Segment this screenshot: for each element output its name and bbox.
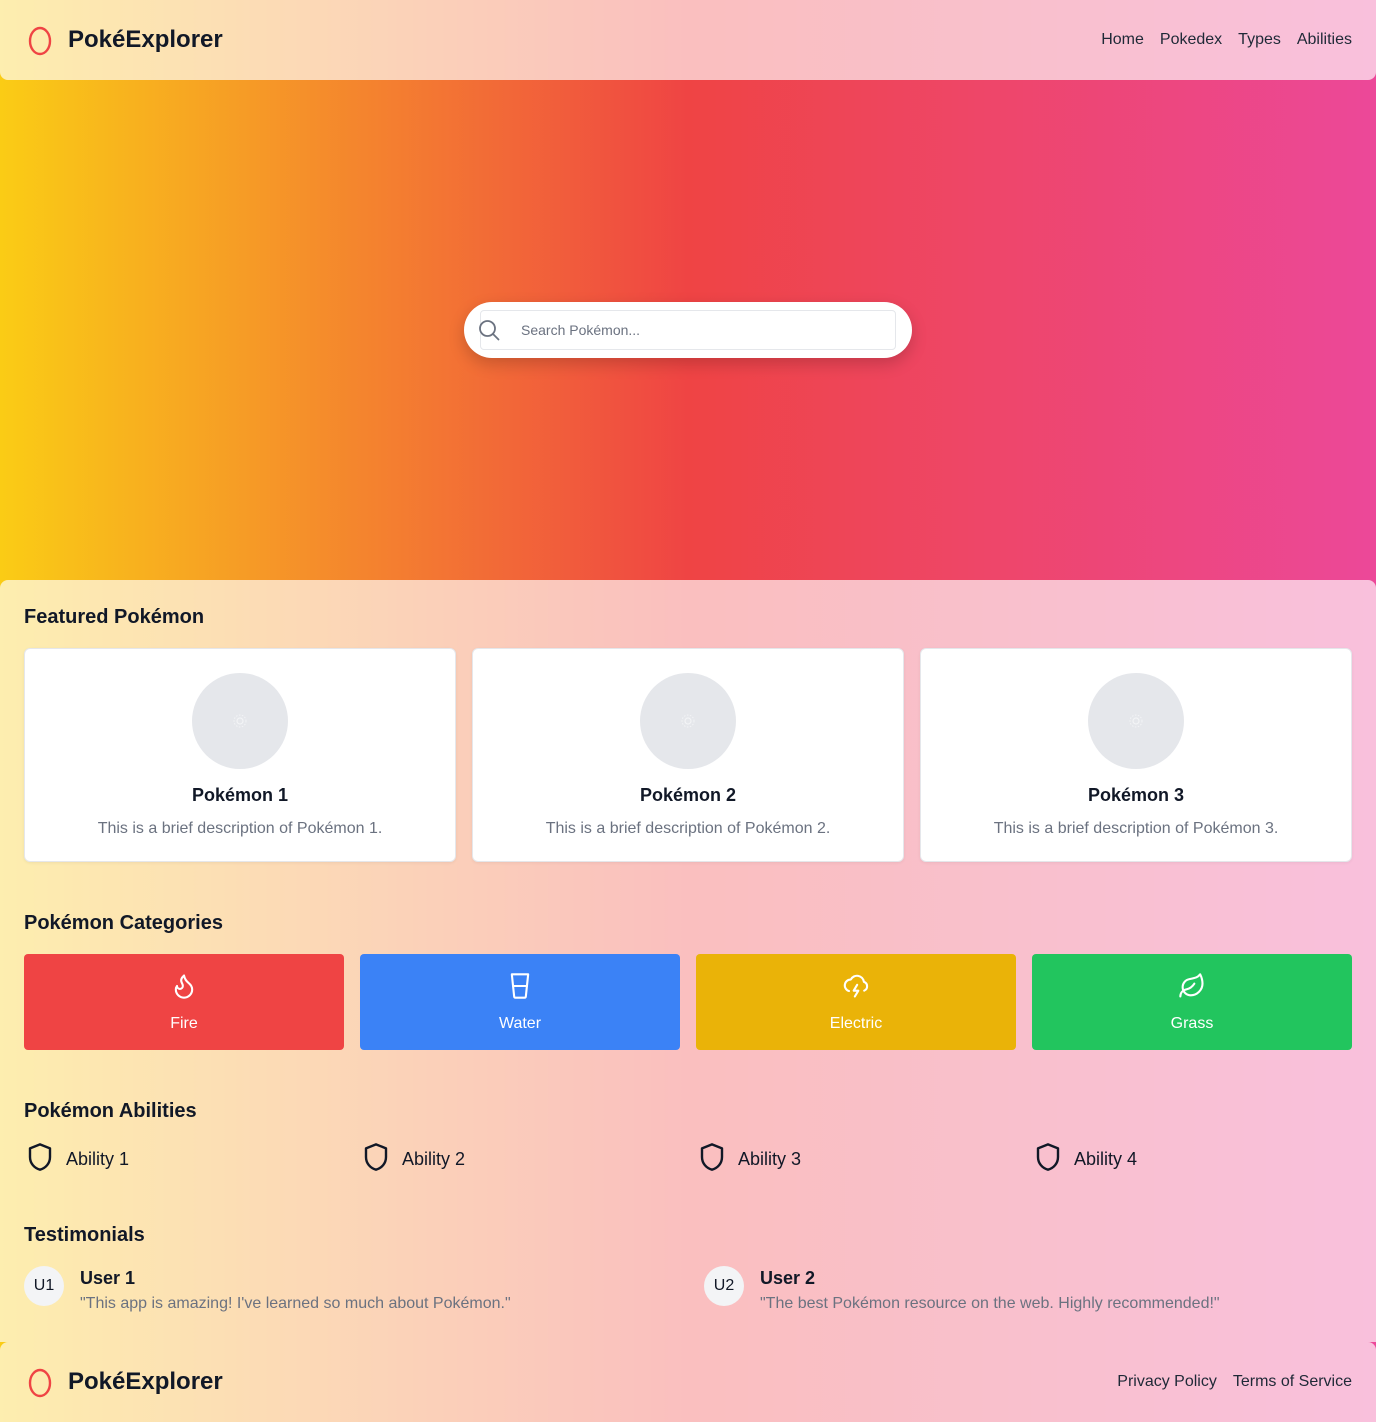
- cloud-lightning-icon: [842, 972, 870, 1005]
- site-header: PokéExplorer Home Pokedex Types Abilitie…: [0, 0, 1376, 80]
- pokemon-image-placeholder: [640, 673, 736, 769]
- hero: [0, 80, 1376, 580]
- pokemon-image-placeholder: [192, 673, 288, 769]
- category-grid: Fire Water Electric Grass: [24, 954, 1352, 1050]
- featured-cards: Pokémon 1 This is a brief description of…: [24, 648, 1352, 862]
- brand-name: PokéExplorer: [68, 1368, 223, 1395]
- ability-item[interactable]: Ability 1: [24, 1141, 344, 1178]
- ability-label: Ability 2: [402, 1149, 466, 1169]
- category-grass[interactable]: Grass: [1032, 954, 1352, 1050]
- nav-pokedex[interactable]: Pokedex: [1160, 31, 1222, 49]
- flame-icon: [170, 972, 198, 1005]
- main-content: Featured Pokémon Pokémon 1 This is a bri…: [0, 580, 1376, 1342]
- terms-of-service-link[interactable]: Terms of Service: [1233, 1373, 1352, 1391]
- testimonials-list: U1 User 1 "This app is amazing! I've lea…: [24, 1266, 1352, 1313]
- ability-item[interactable]: Ability 2: [360, 1141, 680, 1178]
- abilities-title: Pokémon Abilities: [24, 1100, 197, 1122]
- pokemon-description: This is a brief description of Pokémon 3…: [993, 820, 1279, 837]
- search-icon: [478, 319, 500, 341]
- category-label: Water: [498, 1014, 542, 1032]
- category-fire[interactable]: Fire: [24, 954, 344, 1050]
- privacy-policy-link[interactable]: Privacy Policy: [1117, 1373, 1217, 1391]
- ability-item[interactable]: Ability 3: [696, 1141, 1016, 1178]
- shield-icon: [360, 1141, 392, 1178]
- egg-logo-icon: [24, 1366, 56, 1398]
- nav-types[interactable]: Types: [1238, 31, 1281, 49]
- site-footer: PokéExplorer Privacy Policy Terms of Ser…: [0, 1342, 1376, 1422]
- ability-label: Ability 1: [66, 1149, 130, 1169]
- pokemon-description: This is a brief description of Pokémon 1…: [97, 820, 383, 837]
- category-water[interactable]: Water: [360, 954, 680, 1050]
- testimonial-user: User 1: [80, 1268, 136, 1288]
- pokemon-card[interactable]: Pokémon 2 This is a brief description of…: [472, 648, 904, 862]
- pokemon-name: Pokémon 1: [191, 785, 289, 805]
- shield-icon: [696, 1141, 728, 1178]
- category-label: Grass: [1170, 1014, 1214, 1032]
- brand-name: PokéExplorer: [68, 26, 223, 53]
- ability-label: Ability 3: [738, 1149, 802, 1169]
- testimonials-title: Testimonials: [24, 1224, 145, 1246]
- testimonial-quote: "The best Pokémon resource on the web. H…: [760, 1295, 1220, 1312]
- testimonial: U2 User 2 "The best Pokémon resource on …: [704, 1266, 1352, 1313]
- cup-icon: [506, 972, 534, 1005]
- pokemon-card[interactable]: Pokémon 1 This is a brief description of…: [24, 648, 456, 862]
- footer-brand[interactable]: PokéExplorer: [24, 1366, 223, 1398]
- featured-title: Featured Pokémon: [24, 606, 205, 628]
- avatar: U1: [24, 1266, 64, 1306]
- search-input[interactable]: [480, 310, 896, 350]
- ability-item[interactable]: Ability 4: [1032, 1141, 1352, 1178]
- leaf-icon: [1178, 972, 1206, 1005]
- categories-title: Pokémon Categories: [24, 912, 223, 934]
- image-placeholder-icon: [233, 714, 247, 728]
- abilities-list: Ability 1 Ability 2 Ability 3 Ability 4: [24, 1141, 1352, 1178]
- nav-home[interactable]: Home: [1101, 31, 1144, 49]
- category-electric[interactable]: Electric: [696, 954, 1016, 1050]
- main-nav: Home Pokedex Types Abilities: [1101, 31, 1352, 49]
- avatar: U2: [704, 1266, 744, 1306]
- footer-links: Privacy Policy Terms of Service: [1117, 1373, 1352, 1391]
- nav-abilities[interactable]: Abilities: [1297, 31, 1352, 49]
- testimonial-quote: "This app is amazing! I've learned so mu…: [80, 1295, 511, 1312]
- image-placeholder-icon: [1129, 714, 1143, 728]
- category-label: Fire: [170, 1014, 198, 1032]
- testimonial-user: User 2: [760, 1268, 816, 1288]
- testimonial: U1 User 1 "This app is amazing! I've lea…: [24, 1266, 672, 1313]
- pokemon-card[interactable]: Pokémon 3 This is a brief description of…: [920, 648, 1352, 862]
- category-label: Electric: [829, 1014, 883, 1032]
- shield-icon: [1032, 1141, 1064, 1178]
- pokemon-name: Pokémon 3: [1087, 785, 1185, 805]
- image-placeholder-icon: [681, 714, 695, 728]
- brand[interactable]: PokéExplorer: [24, 24, 223, 56]
- egg-logo-icon: [24, 24, 56, 56]
- ability-label: Ability 4: [1074, 1149, 1138, 1169]
- pokemon-description: This is a brief description of Pokémon 2…: [545, 820, 831, 837]
- pokemon-image-placeholder: [1088, 673, 1184, 769]
- search-bar: [464, 302, 912, 358]
- shield-icon: [24, 1141, 56, 1178]
- pokemon-name: Pokémon 2: [639, 785, 737, 805]
